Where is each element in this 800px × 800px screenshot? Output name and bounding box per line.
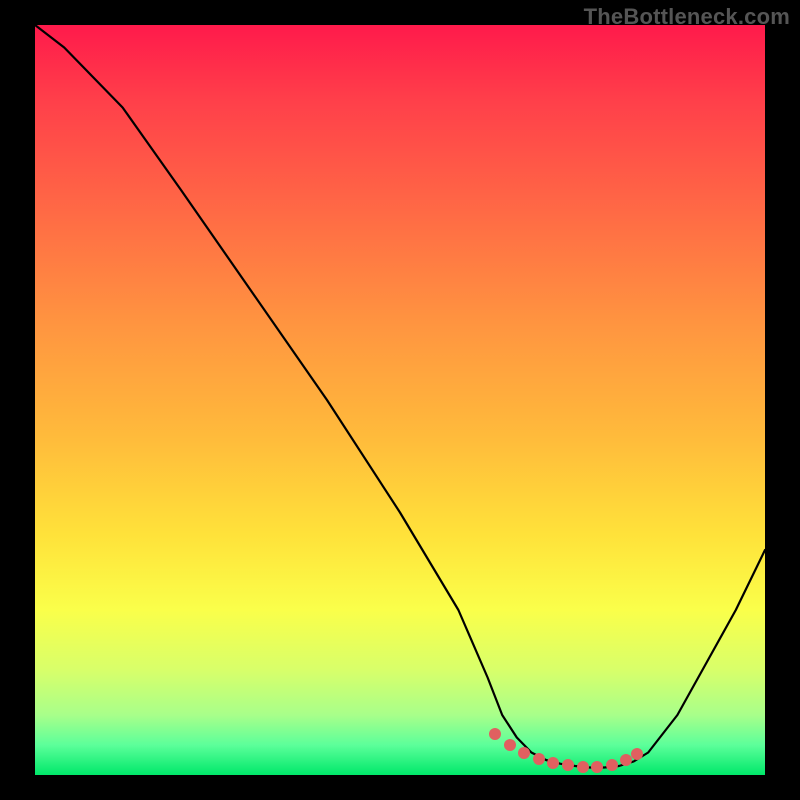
optimal-marker: [489, 728, 501, 740]
optimal-marker: [591, 761, 603, 773]
watermark-text: TheBottleneck.com: [584, 4, 790, 30]
optimal-marker: [620, 754, 632, 766]
curve-svg: [35, 25, 765, 775]
bottleneck-curve: [35, 25, 765, 768]
optimal-marker: [562, 759, 574, 771]
optimal-marker: [606, 759, 618, 771]
chart-frame: TheBottleneck.com: [0, 0, 800, 800]
optimal-marker: [518, 747, 530, 759]
plot-area: [35, 25, 765, 775]
optimal-marker: [577, 761, 589, 773]
optimal-marker: [504, 739, 516, 751]
optimal-marker: [547, 757, 559, 769]
optimal-marker: [631, 748, 643, 760]
optimal-marker: [533, 753, 545, 765]
